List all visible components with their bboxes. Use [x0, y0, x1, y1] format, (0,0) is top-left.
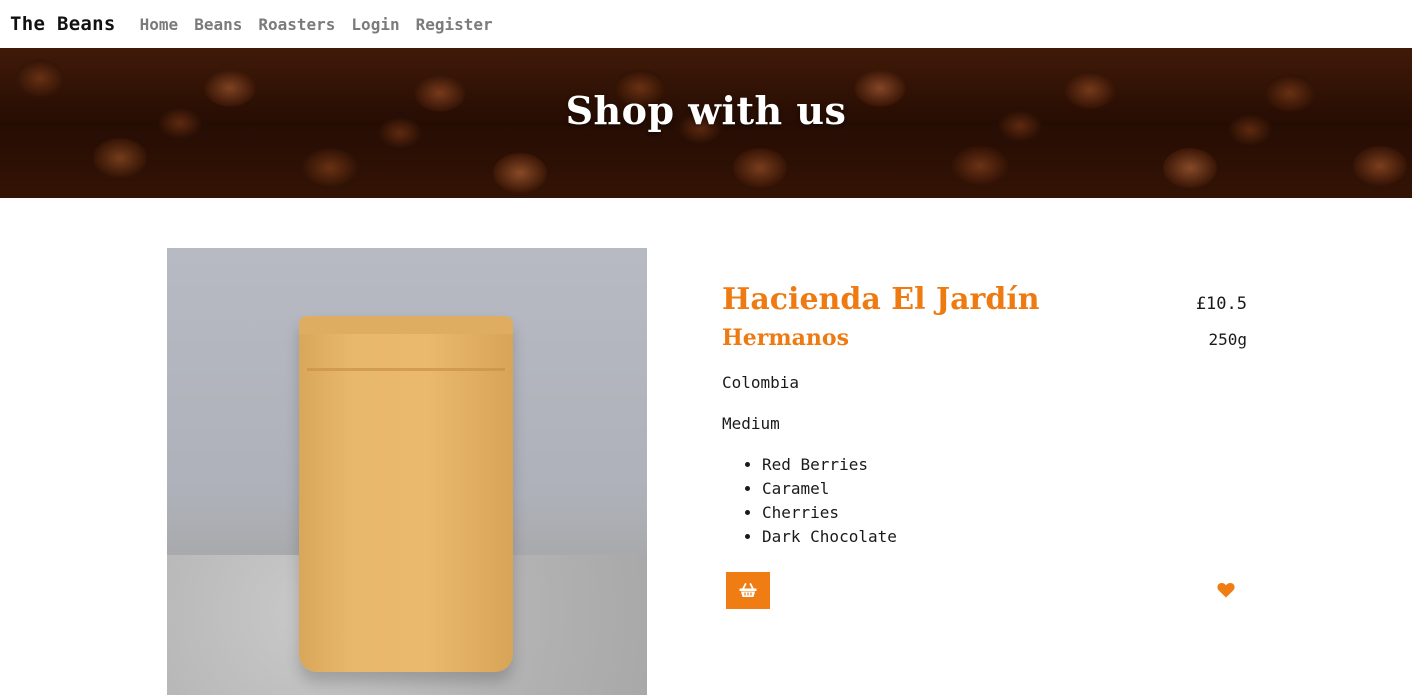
product-image [167, 248, 647, 695]
list-item: Dark Chocolate [762, 525, 1247, 549]
price: £10.5 [1195, 294, 1247, 314]
shopping-basket-icon [739, 583, 757, 597]
nav-link-beans[interactable]: Beans [194, 15, 242, 34]
nav-links: Home Beans Roasters Login Register [140, 15, 493, 34]
brand-logo[interactable]: The Beans [10, 13, 116, 35]
origin: Colombia [722, 373, 800, 392]
favourite-button[interactable] [1214, 578, 1238, 602]
navbar: The Beans Home Beans Roasters Login Regi… [0, 0, 1412, 48]
bean-name: Hacienda El Jardín [722, 282, 1040, 317]
nav-link-login[interactable]: Login [351, 15, 399, 34]
roast-level: Medium [722, 414, 780, 433]
hero-banner: Shop with us [0, 48, 1412, 198]
coffee-pouch-image [299, 316, 513, 672]
pouch-seal [307, 368, 505, 371]
product-details: Hacienda El Jardín £10.5 Hermanos 250g C… [722, 282, 1247, 549]
name-price-row: Hacienda El Jardín £10.5 [722, 282, 1247, 317]
roaster-link[interactable]: Hermanos [722, 325, 849, 351]
list-item: Red Berries [762, 453, 1247, 477]
nav-link-roasters[interactable]: Roasters [258, 15, 335, 34]
list-item: Cherries [762, 501, 1247, 525]
heart-icon [1217, 582, 1235, 598]
weight: 250g [1208, 330, 1247, 349]
add-to-basket-button[interactable] [726, 572, 770, 609]
nav-link-register[interactable]: Register [416, 15, 493, 34]
list-item: Caramel [762, 477, 1247, 501]
nav-link-home[interactable]: Home [140, 15, 179, 34]
tasting-notes: Red Berries Caramel Cherries Dark Chocol… [762, 453, 1247, 549]
roaster-weight-row: Hermanos 250g [722, 317, 1247, 351]
hero-title: Shop with us [565, 88, 847, 133]
pouch-top [299, 316, 513, 334]
